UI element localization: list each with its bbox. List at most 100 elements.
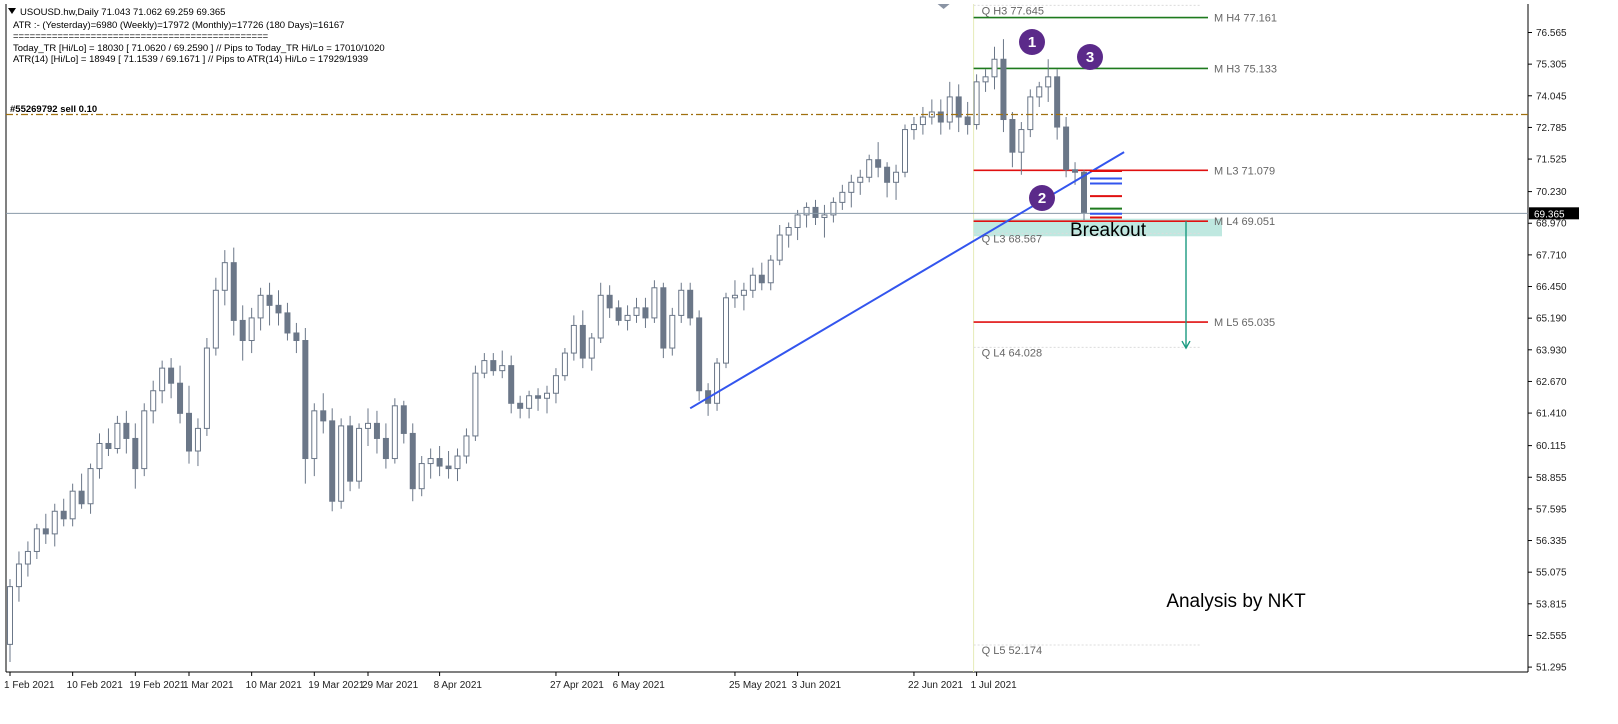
candle-body	[96, 442, 103, 470]
candle-body	[338, 425, 345, 502]
candle-body	[714, 362, 721, 404]
x-tick-label: 19 Mar 2021	[308, 680, 365, 691]
y-tick-label: 63.930	[1536, 345, 1567, 356]
candle-body	[212, 289, 219, 349]
candle-body	[857, 176, 864, 183]
atr-line: ATR :- (Yesterday)=6980 (Weekly)=17972 (…	[13, 20, 344, 31]
candle-body	[87, 468, 94, 505]
pivot-label: M L5 65.035	[1214, 317, 1275, 329]
candle-body	[445, 465, 452, 470]
y-tick-label: 65.190	[1536, 314, 1567, 325]
candle-body	[642, 307, 649, 319]
candle-body	[937, 111, 944, 123]
candle-body	[114, 422, 121, 449]
candle-body	[687, 289, 694, 319]
x-tick-label: 22 Jun 2021	[908, 680, 963, 691]
candle-body	[579, 324, 586, 359]
y-tick-label: 61.410	[1536, 409, 1567, 420]
y-tick-label: 60.115	[1536, 441, 1566, 452]
breakout-label: Breakout	[1070, 220, 1147, 241]
candle-body	[723, 297, 729, 364]
candle-body	[884, 166, 891, 183]
y-tick-label: 58.855	[1536, 473, 1567, 484]
y-tick-label: 74.045	[1536, 91, 1567, 102]
candle-body	[257, 294, 264, 319]
atr14-line: ATR(14) [Hi/Lo] = 18949 [ 71.1539 / 69.1…	[13, 54, 368, 65]
candle-body	[347, 425, 354, 482]
candle-body	[973, 81, 980, 126]
candle-body	[633, 307, 640, 316]
candle-body	[78, 490, 85, 505]
candle-body	[275, 304, 282, 314]
x-tick-label: 25 May 2021	[729, 680, 787, 691]
x-tick-label: 1 Jul 2021	[971, 680, 1018, 691]
candle-body	[132, 437, 139, 470]
candle-body	[669, 314, 676, 349]
y-tick-label: 76.565	[1536, 28, 1567, 39]
candle-body	[409, 432, 416, 490]
separator-line: ========================================…	[13, 31, 269, 42]
candle-body	[660, 287, 667, 349]
x-tick-label: 1 Mar 2021	[183, 680, 234, 691]
pivot-label: Q L4 64.028	[982, 347, 1043, 359]
pivot-label: M H4 77.161	[1214, 13, 1277, 25]
candle-body	[696, 317, 703, 392]
candle-body	[221, 262, 228, 291]
candle-body	[1054, 76, 1061, 128]
candle-body	[186, 412, 192, 452]
candle-body	[329, 420, 336, 502]
candle-body	[356, 427, 363, 482]
candle-body	[311, 410, 318, 460]
candle-body	[60, 510, 67, 520]
pivot-label: Q L5 52.174	[982, 645, 1043, 657]
y-tick-label: 51.295	[1536, 663, 1567, 674]
candle-body	[177, 382, 184, 414]
candle-body	[1081, 171, 1087, 213]
candle-body	[893, 171, 900, 183]
candle-body	[33, 528, 40, 552]
y-tick-label: 53.815	[1536, 599, 1567, 610]
candle-body	[150, 390, 157, 412]
candle-body	[1009, 119, 1016, 153]
y-tick-label: 72.785	[1536, 123, 1567, 134]
x-tick-label: 19 Feb 2021	[129, 680, 186, 691]
candle-body	[24, 550, 31, 565]
candle-body	[758, 274, 765, 284]
candle-body	[159, 367, 166, 392]
x-tick-label: 10 Feb 2021	[67, 680, 124, 691]
candle-body	[902, 129, 908, 173]
candle-body	[239, 319, 246, 342]
y-tick-label: 52.555	[1536, 631, 1567, 642]
today-tr-line: Today_TR [Hi/Lo] = 18030 [ 71.0620 / 69.…	[13, 43, 385, 54]
wave-marker-label: 2	[1038, 190, 1046, 207]
order-label[interactable]: #55269792 sell 0.10	[10, 104, 97, 115]
pivot-label: M L3 71.079	[1214, 165, 1275, 177]
wave-marker-label: 1	[1028, 34, 1036, 51]
candle-body	[606, 294, 613, 309]
candle-body	[776, 234, 783, 261]
x-tick-label: 6 May 2021	[613, 680, 666, 691]
candle-body	[526, 395, 533, 409]
candle-body	[731, 294, 738, 299]
credit-label: Analysis by NKT	[1166, 591, 1306, 612]
candle-body	[875, 159, 882, 168]
candle-body	[168, 367, 175, 384]
candle-body	[678, 289, 685, 316]
y-tick-label: 62.670	[1536, 377, 1567, 388]
y-tick-label: 56.335	[1536, 536, 1567, 547]
pivot-label: M H3 75.133	[1214, 63, 1277, 75]
candle-body	[517, 402, 524, 409]
candle-body	[991, 58, 998, 78]
candle-body	[463, 435, 470, 457]
candle-body	[418, 463, 425, 490]
candle-body	[481, 360, 488, 374]
candle-body	[1045, 76, 1052, 88]
pivot-label: M L4 69.051	[1214, 216, 1275, 228]
candle-body	[436, 458, 443, 467]
candle-body	[320, 410, 327, 422]
candle-body	[391, 405, 398, 460]
y-tick-label: 75.305	[1536, 60, 1567, 71]
candle-body	[919, 116, 926, 126]
candlestick-chart: Q H3 77.645 M H4 77.161 M H3 75.133 M L3 71…	[0, 0, 1618, 719]
candle-body	[740, 289, 747, 296]
